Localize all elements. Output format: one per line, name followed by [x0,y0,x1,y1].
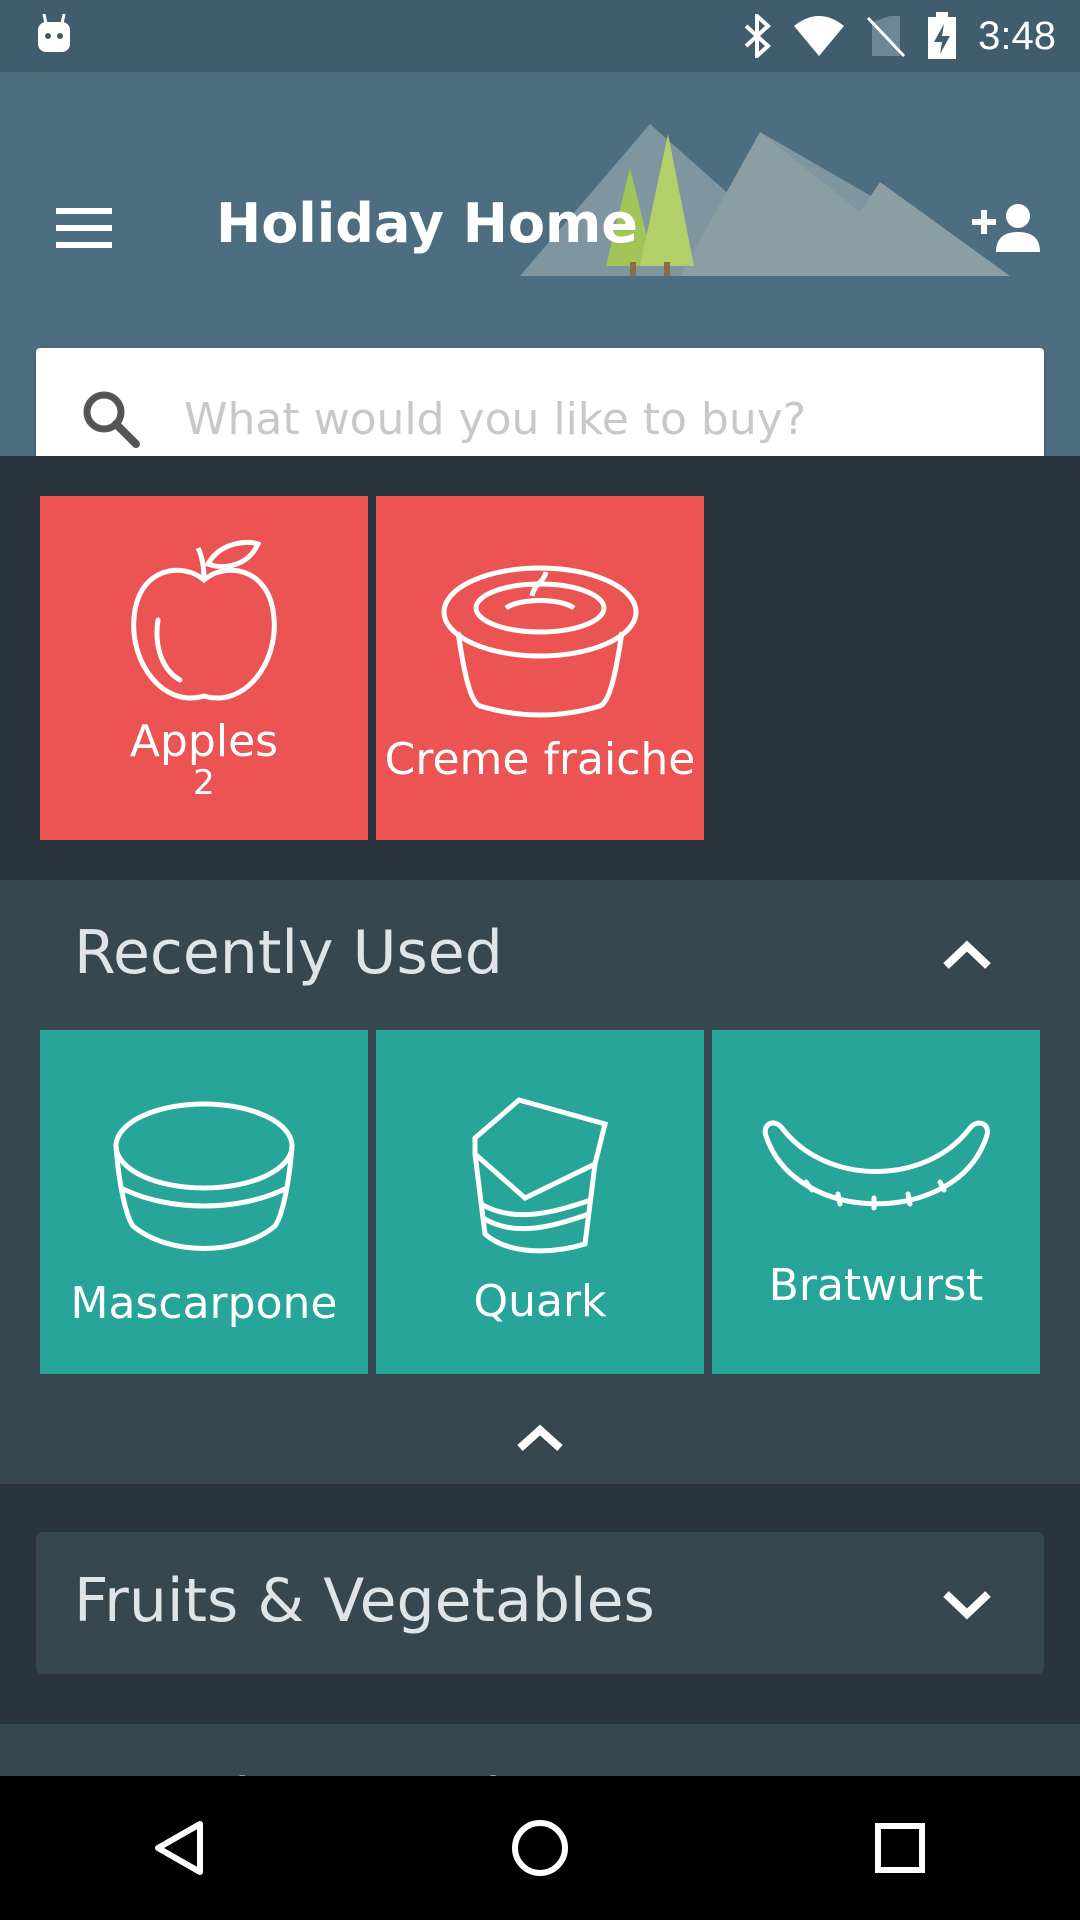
list-item-apples[interactable]: Apples 2 [40,496,368,840]
recent-item-quark[interactable]: Quark [376,1030,704,1374]
recents-button[interactable] [840,1788,960,1908]
chevron-up-icon[interactable] [940,936,994,972]
recent-item-mascarpone[interactable]: Mascarpone [40,1030,368,1374]
category-title: Fruits & Vegetables [74,1566,655,1636]
search-input[interactable] [184,393,964,445]
collapse-chevron-icon[interactable] [514,1420,566,1454]
recents-icon [875,1823,925,1873]
no-sim-icon [867,16,906,58]
recent-item-label: Mascarpone [70,1278,338,1329]
recently-used-title: Recently Used [74,918,503,988]
home-button[interactable] [480,1788,600,1908]
battery-charging-icon [928,12,957,59]
app-bar: Holiday Home [0,72,1080,456]
list-item-label: Creme fraiche [384,734,696,785]
android-icon [38,14,70,52]
back-button[interactable] [120,1788,240,1908]
list-item-label: Apples [129,716,279,767]
back-icon [155,1821,203,1875]
category-fruits-vegetables[interactable]: Fruits & Vegetables [36,1532,1044,1674]
add-user-icon[interactable] [972,202,1042,252]
system-nav-bar [0,1776,1080,1920]
chevron-down-icon[interactable] [940,1586,994,1622]
apple-icon [131,539,277,701]
list-item-count: 2 [193,763,215,804]
shopping-list: Apples 2 Creme fraiche [0,456,1080,880]
bluetooth-icon [744,14,772,58]
bratwurst-icon [762,1120,990,1211]
recently-used-section: Recently Used Mascarpone Quark Bratwurst [0,880,1080,1484]
status-bar: 3:48 [0,0,1080,72]
recent-item-bratwurst[interactable]: Bratwurst [712,1030,1040,1374]
page-title: Holiday Home [216,192,638,255]
recent-item-label: Bratwurst [768,1260,984,1311]
search-bar[interactable] [36,348,1044,456]
recent-item-label: Quark [473,1276,607,1327]
mascarpone-icon [113,1101,295,1251]
list-item-creme-fraiche[interactable]: Creme fraiche [376,496,704,840]
wifi-icon [794,16,845,56]
search-icon [83,391,140,448]
quark-icon [472,1097,609,1254]
creme-fraiche-icon [441,565,639,718]
status-clock: 3:48 [978,13,1056,58]
home-icon [512,1820,568,1876]
menu-icon[interactable] [56,208,112,248]
